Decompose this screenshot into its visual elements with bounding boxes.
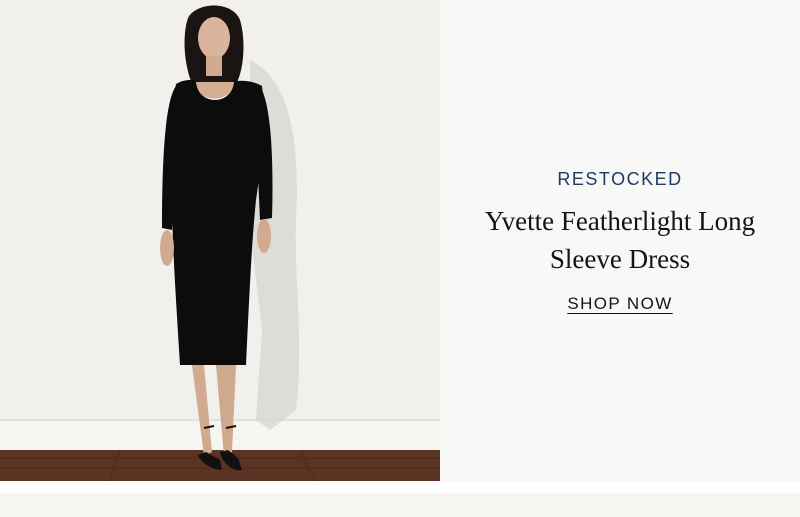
promo-banner: RESTOCKED Yvette Featherlight Long Sleev… [0,0,800,481]
next-section-edge [0,493,800,517]
model-image [0,0,440,481]
shop-now-link[interactable]: SHOP NOW [567,294,672,313]
product-photo[interactable] [0,0,440,481]
promo-text-panel: RESTOCKED Yvette Featherlight Long Sleev… [440,0,800,481]
shop-now-container: SHOP NOW [440,294,800,314]
product-title[interactable]: Yvette Featherlight Long Sleeve Dress [470,202,770,278]
restocked-label: RESTOCKED [557,169,683,189]
